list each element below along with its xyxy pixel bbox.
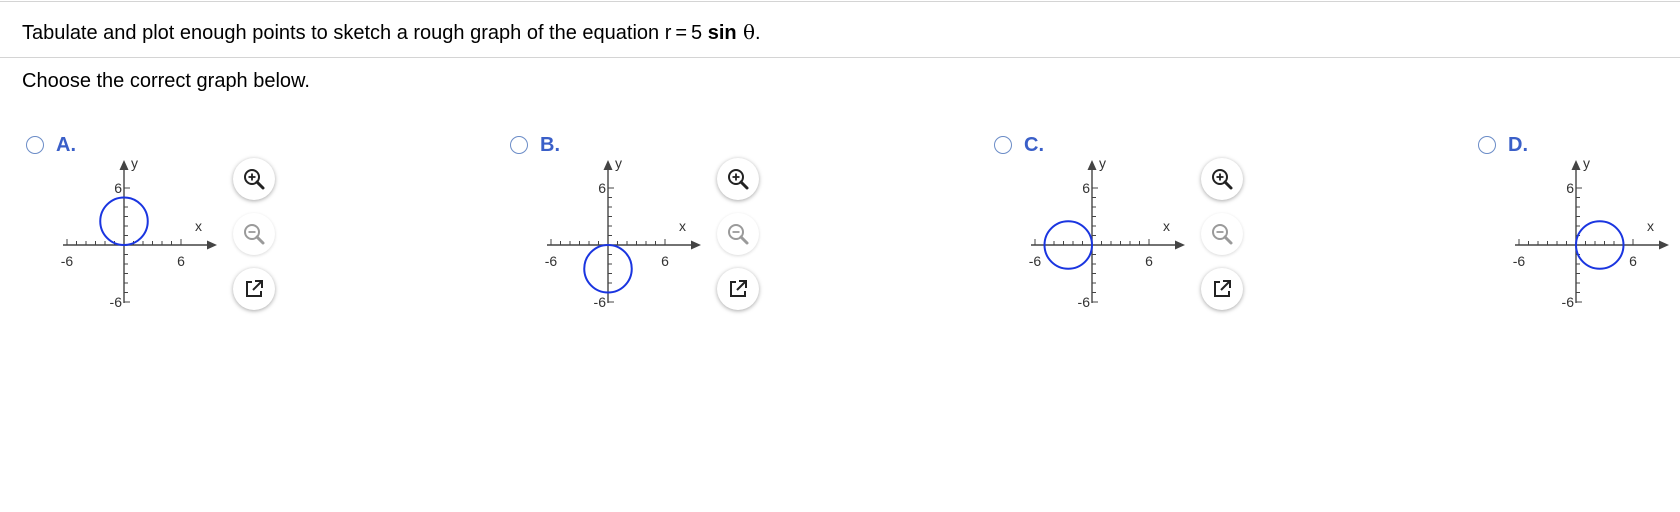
y-max-tick-label: 6 <box>1082 180 1090 196</box>
question-suffix: . <box>755 22 761 44</box>
open-graph-button[interactable] <box>1201 268 1243 310</box>
option-d: D. y x 6 -6 -6 6 <box>1474 134 1680 334</box>
zoom-out-icon <box>1212 224 1233 245</box>
x-min-tick-label: -6 <box>545 253 558 269</box>
zoom-out-button[interactable] <box>717 213 759 255</box>
open-graph-button[interactable] <box>233 268 275 310</box>
question-prefix: Tabulate and plot enough points to sketc… <box>22 22 708 44</box>
x-max-tick-label: 6 <box>1145 253 1153 269</box>
y-axis-arrow <box>1571 160 1581 170</box>
graph-axes <box>1031 160 1185 303</box>
y-axis-label: y <box>131 155 138 171</box>
option-d-graph: y x 6 -6 -6 6 <box>1513 155 1669 310</box>
option-b: B. y x 6 -6 -6 6 <box>506 134 806 334</box>
open-external-icon <box>730 280 747 297</box>
zoom-in-icon <box>244 169 265 190</box>
zoom-out-icon <box>244 224 265 245</box>
x-axis-arrow <box>207 240 217 250</box>
x-min-tick-label: -6 <box>1029 253 1042 269</box>
zoom-out-button[interactable] <box>233 213 275 255</box>
question-sin: sin <box>707 22 737 44</box>
graph-axes <box>1515 160 1669 303</box>
y-min-tick-label: -6 <box>110 294 123 310</box>
open-external-icon <box>246 280 263 297</box>
zoom-out-icon <box>728 224 749 245</box>
zoom-in-button[interactable] <box>1201 158 1243 200</box>
x-axis-label: x <box>195 218 202 234</box>
open-graph-button[interactable] <box>717 268 759 310</box>
y-axis-label: y <box>1583 155 1590 171</box>
option-c: C. y x 6 -6 -6 6 <box>990 134 1290 334</box>
x-min-tick-label: -6 <box>61 253 74 269</box>
graph-axes <box>547 160 701 303</box>
instruction-text: Choose the correct graph below. <box>22 70 310 92</box>
y-axis-label: y <box>615 155 622 171</box>
y-axis-arrow <box>119 160 129 170</box>
x-axis-arrow <box>1659 240 1669 250</box>
question-text: Tabulate and plot enough points to sketc… <box>22 20 761 45</box>
open-external-icon <box>1214 280 1231 297</box>
x-max-tick-label: 6 <box>661 253 669 269</box>
x-axis-label: x <box>1163 218 1170 234</box>
zoom-in-icon <box>1212 169 1233 190</box>
y-min-tick-label: -6 <box>1078 294 1091 310</box>
y-max-tick-label: 6 <box>598 180 606 196</box>
option-a-graph: y x 6 -6 -6 6 <box>61 155 217 310</box>
x-axis-label: x <box>1647 218 1654 234</box>
option-b-graph: y x 6 -6 -6 6 <box>545 155 701 310</box>
y-axis-arrow <box>1087 160 1097 170</box>
x-max-tick-label: 6 <box>1629 253 1637 269</box>
x-axis-arrow <box>1175 240 1185 250</box>
y-min-tick-label: -6 <box>594 294 607 310</box>
y-max-tick-label: 6 <box>1566 180 1574 196</box>
x-max-tick-label: 6 <box>177 253 185 269</box>
x-min-tick-label: -6 <box>1513 253 1526 269</box>
zoom-in-button[interactable] <box>717 158 759 200</box>
question-theta: θ <box>736 20 756 44</box>
y-axis-arrow <box>603 160 613 170</box>
x-axis-arrow <box>691 240 701 250</box>
graph-axes <box>63 160 217 303</box>
zoom-out-button[interactable] <box>1201 213 1243 255</box>
zoom-in-button[interactable] <box>233 158 275 200</box>
y-axis-label: y <box>1099 155 1106 171</box>
y-min-tick-label: -6 <box>1562 294 1575 310</box>
option-a: A. y x 6 -6 -6 6 <box>22 134 322 334</box>
top-divider <box>0 1 1680 2</box>
zoom-in-icon <box>728 169 749 190</box>
option-c-graph: y x 6 -6 -6 6 <box>1029 155 1185 310</box>
x-axis-label: x <box>679 218 686 234</box>
y-max-tick-label: 6 <box>114 180 122 196</box>
question-divider <box>0 57 1680 58</box>
